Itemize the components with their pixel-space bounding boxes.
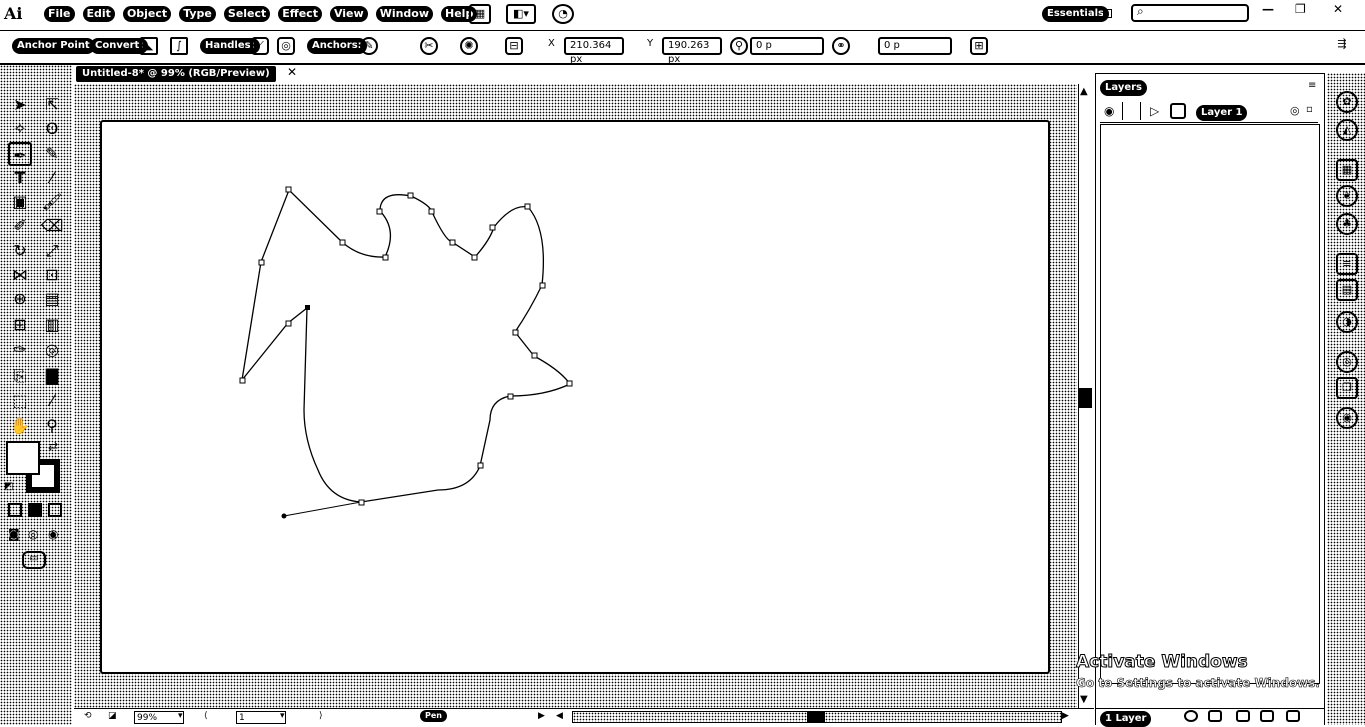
graphic-styles-icon[interactable]: ❐: [1336, 377, 1358, 399]
anchor-point: [339, 239, 346, 246]
tool-name-label: Pen: [420, 710, 447, 722]
stroke-icon[interactable]: ≡: [1336, 253, 1358, 275]
anchor-point: [258, 259, 265, 266]
status-rotate-icon[interactable]: ⟲: [84, 711, 92, 721]
scroll-down-icon[interactable]: ▼: [1080, 694, 1088, 705]
layer-thumbnail: [1170, 103, 1186, 119]
activate-windows-title: Activate Windows: [1076, 652, 1249, 673]
first-artboard-icon[interactable]: ⟨: [204, 711, 208, 721]
anchor-point: [566, 380, 573, 387]
delete-layer-icon[interactable]: [1286, 710, 1300, 722]
new-sublayer-icon[interactable]: [1236, 710, 1250, 722]
libraries-icon[interactable]: ◉: [1336, 407, 1358, 429]
anchor-point: [471, 254, 478, 261]
anchor-point: [531, 352, 538, 359]
selected-anchor-point: [305, 305, 310, 310]
lock-column-divider: [1140, 102, 1141, 120]
color-icon[interactable]: ✿: [1336, 91, 1358, 113]
fill-swatch[interactable]: [6, 441, 40, 475]
anchor-point: [428, 208, 435, 215]
anchor-point: [376, 208, 383, 215]
anchor-point: [539, 282, 546, 289]
status-menu-icon[interactable]: ▶: [538, 711, 545, 721]
color-guide-icon[interactable]: ◭: [1336, 119, 1358, 141]
appearance-icon[interactable]: ◎: [1336, 351, 1358, 373]
activate-windows-subtitle: Go to Settings to activate Windows.: [1076, 676, 1321, 691]
layers-footer: 1 Layer: [1096, 708, 1324, 727]
symbols-icon[interactable]: ♣: [1336, 213, 1358, 235]
handle-endpoint: [281, 513, 287, 519]
anchor-point: [477, 462, 484, 469]
layer-name[interactable]: Layer 1: [1196, 105, 1248, 121]
layer-row[interactable]: ◉ ▷ Layer 1 ◎ ▫: [1100, 102, 1318, 123]
direction-handle: [283, 501, 362, 517]
swatches-icon[interactable]: ▦: [1336, 159, 1358, 181]
artboard-dropdown-icon[interactable]: ▾: [280, 711, 285, 721]
status-artboard-icon[interactable]: ◪: [108, 711, 117, 721]
hscroll-left-icon[interactable]: ◀: [556, 711, 563, 721]
selection-indicator[interactable]: ▫: [1306, 104, 1313, 115]
artboard-number-field[interactable]: 1: [236, 711, 286, 724]
anchor-point: [449, 239, 456, 246]
zoom-field[interactable]: 99%: [134, 711, 184, 724]
anchor-point: [524, 203, 531, 210]
anchor-point: [358, 499, 365, 506]
status-bar: ⟲ ◪ 99% ▾ ⟨ 1 ▾ ⟩ Pen ▶ ◀ ▶: [74, 708, 1094, 726]
panel-options-icon[interactable]: ≡: [1308, 80, 1316, 91]
locate-object-icon[interactable]: [1184, 710, 1198, 722]
make-clipping-mask-icon[interactable]: [1208, 710, 1222, 722]
anchor-point: [407, 192, 414, 199]
anchor-point: [285, 320, 292, 327]
next-artboard-icon[interactable]: ⟩: [319, 711, 323, 721]
new-layer-icon[interactable]: [1260, 710, 1274, 722]
expand-layer-icon[interactable]: ▷: [1150, 104, 1159, 118]
drawn-path: [240, 188, 571, 503]
zoom-dropdown-icon[interactable]: ▾: [178, 711, 183, 721]
target-icon[interactable]: ◎: [1290, 104, 1300, 117]
brushes-icon[interactable]: ❦: [1336, 185, 1358, 207]
right-dock: ✿ ◭ ▦ ❦ ♣ ≡ ▤ ◑ ◎ ❐ ◉: [1327, 73, 1365, 725]
layers-panel: Layers ≡ ◉ ▷ Layer 1 ◎ ▫ 1 Layer: [1095, 73, 1325, 727]
hscroll-right-icon[interactable]: ▶: [1062, 711, 1069, 721]
lock-column-divider: [1122, 102, 1123, 120]
visibility-eye-icon[interactable]: ◉: [1104, 104, 1114, 118]
vertical-scroll-thumb[interactable]: [1078, 388, 1092, 408]
horizontal-scroll-thumb[interactable]: [807, 712, 825, 722]
layers-list[interactable]: [1100, 124, 1320, 684]
transparency-icon[interactable]: ◑: [1336, 311, 1358, 333]
layers-tab[interactable]: Layers: [1100, 80, 1147, 96]
anchor-point: [285, 186, 292, 193]
anchor-point: [507, 393, 514, 400]
anchor-point: [239, 377, 246, 384]
anchor-point: [512, 329, 519, 336]
anchor-point: [382, 254, 389, 261]
anchor-point: [489, 224, 496, 231]
gradient-icon[interactable]: ▤: [1336, 279, 1358, 301]
scroll-up-icon[interactable]: ▲: [1080, 86, 1088, 97]
horizontal-scrollbar[interactable]: [572, 711, 1062, 723]
